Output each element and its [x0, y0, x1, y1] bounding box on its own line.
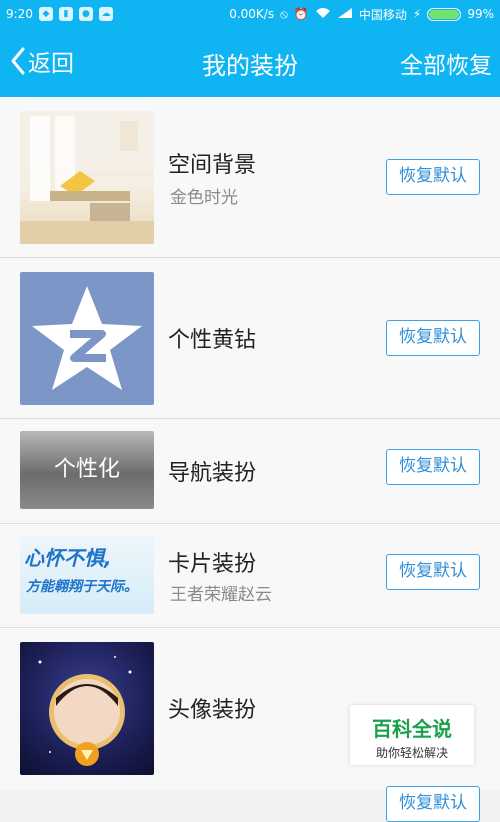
wifi-icon	[315, 7, 331, 22]
watermark-title: 百科全说	[372, 717, 452, 741]
item-name: 头像装扮	[168, 698, 257, 723]
signal-icon	[337, 7, 353, 22]
thumbnail-text: 心怀不惧,	[24, 546, 112, 570]
space-background-thumbnail	[20, 111, 154, 244]
battery-icon	[427, 7, 462, 21]
item-subtitle: 王者荣耀赵云	[170, 585, 272, 605]
list-item-navigation[interactable]: 个性化 导航装扮 恢复默认	[0, 419, 500, 524]
mute-icon: ⦸	[280, 6, 288, 21]
network-speed: 0.00K/s	[229, 7, 275, 21]
restore-default-button[interactable]: 恢复默认	[386, 159, 480, 195]
card-thumbnail: 心怀不惧, 方能翱翔于天际。	[20, 536, 154, 614]
list-item-space-background[interactable]: 空间背景 金色时光 恢复默认	[0, 97, 500, 258]
avatar-thumbnail	[20, 642, 154, 775]
thumbnail-text: 个性化	[53, 457, 120, 482]
restore-default-button[interactable]: 恢复默认	[386, 320, 480, 356]
item-name: 导航装扮	[168, 461, 257, 486]
carrier-name: 中国移动	[358, 7, 407, 22]
alarm-icon: ⏰	[293, 7, 309, 21]
thumbnail-text: 方能翱翔于天际。	[26, 579, 138, 595]
status-time: 9:20	[6, 7, 33, 21]
list-item-yellow-diamond[interactable]: 个性黄钻 恢复默认	[0, 258, 500, 419]
nav-bar: 返回 我的装扮 全部恢复	[0, 28, 500, 97]
item-name: 空间背景	[168, 153, 257, 178]
watermark-logo: 百科全说 助你轻松解决	[350, 705, 474, 765]
watermark-subtitle: 助你轻松解决	[375, 746, 448, 760]
cloud-icon: ☁	[98, 7, 113, 21]
header: 9:20 ◆ ▮ ● ☁ 0.00K/s ⦸ ⏰ 中国移动 ⚡ 99% 返回 我…	[0, 0, 500, 97]
item-subtitle: 金色时光	[170, 188, 238, 208]
restore-default-button[interactable]: 恢复默认	[386, 554, 480, 590]
status-bar: 9:20 ◆ ▮ ● ☁ 0.00K/s ⦸ ⏰ 中国移动 ⚡ 99%	[0, 0, 500, 28]
battery-percent: 99%	[467, 7, 494, 21]
app-icon: ●	[78, 7, 93, 21]
restore-default-button-partial[interactable]: 恢复默认	[386, 786, 480, 822]
sim-icon: ▮	[58, 7, 73, 21]
restore-all-button[interactable]: 全部恢复	[400, 46, 492, 80]
item-name: 卡片装扮	[168, 552, 257, 577]
qzone-star-thumbnail	[20, 272, 154, 405]
item-name: 个性黄钻	[168, 328, 257, 353]
restore-default-button[interactable]: 恢复默认	[386, 449, 480, 485]
shield-icon: ◆	[38, 7, 53, 21]
list-item-card[interactable]: 心怀不惧, 方能翱翔于天际。 卡片装扮 王者荣耀赵云 恢复默认	[0, 524, 500, 628]
navigation-thumbnail: 个性化	[20, 431, 154, 509]
charging-icon: ⚡	[412, 7, 422, 21]
